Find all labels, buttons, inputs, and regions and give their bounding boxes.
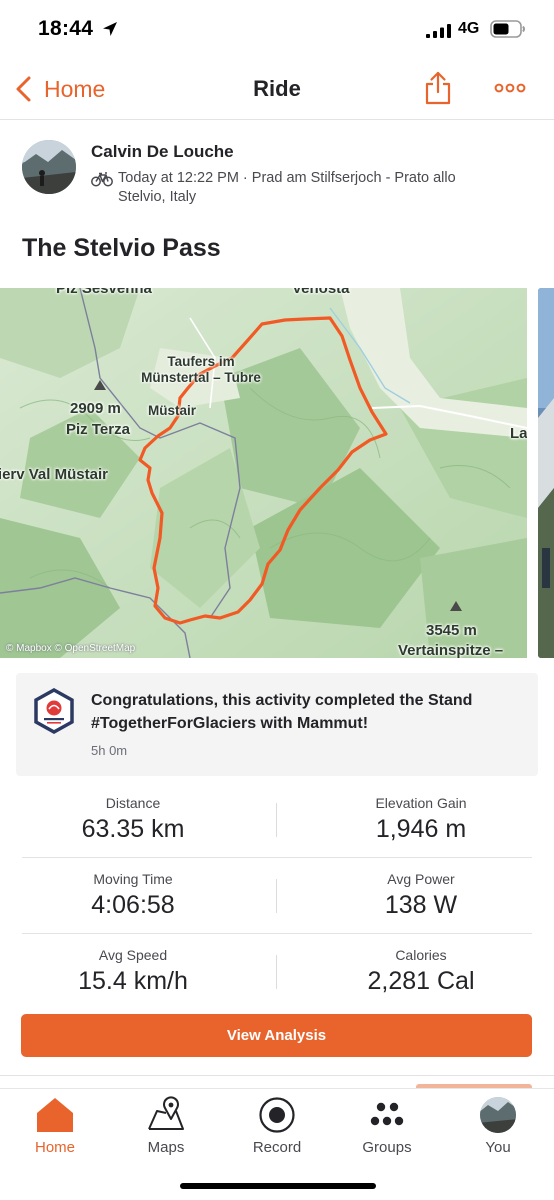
tab-groups[interactable]: Groups [332,1095,442,1165]
activity-screen: 18:44 4G Home Ride Calvin De Louche Toda… [0,0,554,1200]
signal-bars-icon [426,24,451,38]
stat-label: Calories [395,947,447,963]
chevron-left-icon [16,76,31,102]
home-indicator [180,1183,376,1189]
map-label-right-edge: La [510,425,527,442]
stat-label: Avg Power [387,871,455,887]
tab-label: Home [34,1139,75,1156]
map-pin-icon [148,1096,184,1130]
route-map[interactable]: Venosta Piz Sesvenna Taufers im Münstert… [0,288,527,658]
athlete-name[interactable]: Calvin De Louche [91,142,234,162]
tab-you[interactable]: You [443,1095,553,1165]
tab-label: Groups [362,1139,412,1156]
stat-divider [276,879,277,913]
map-label-sesvenna: Piz Sesvenna [56,288,152,297]
stat-calories: Calories 2,281 Cal [288,947,554,996]
stat-elevation-gain: Elevation Gain 1,946 m [288,795,554,844]
section-divider [0,1075,554,1076]
peak-icon-2 [450,601,462,611]
battery-icon [490,20,525,38]
nav-bar: Home Ride [0,60,554,120]
groups-icon [370,1102,404,1126]
map-label-peak1-name: Piz Terza [66,421,130,438]
activity-title: The Stelvio Pass [22,234,221,262]
map-label-peak1-elevation: 2909 m [70,400,121,417]
map-label-peak2-name: Vertainspitze – [398,642,504,658]
location-arrow-icon [103,22,117,36]
map-label-taufers: Taufers im Münstertal – Tubre [141,354,261,385]
map-label-mustair: Müstair [148,403,197,418]
map-label-venosta: Venosta [292,288,350,297]
stat-value: 138 W [384,891,458,919]
peak-icon [94,380,106,390]
status-time: 18:44 [38,17,94,40]
tab-label: Record [252,1139,302,1156]
share-icon[interactable] [423,70,453,106]
stat-value: 15.4 km/h [78,967,188,995]
ride-meta: Today at 12:22 PM · Prad am Stilfserjoch… [118,170,456,205]
avatar-photo [22,140,76,194]
home-icon [37,1098,73,1132]
stat-moving-time: Moving Time 4:06:58 [0,871,266,920]
stat-value: 2,281 Cal [367,967,475,995]
tab-home[interactable]: Home [0,1095,110,1165]
stat-label: Distance [105,795,161,811]
mammut-badge-icon [34,688,74,734]
stat-label: Avg Speed [98,947,168,963]
tab-maps[interactable]: Maps [111,1095,221,1165]
stat-avg-power: Avg Power 138 W [288,871,554,920]
map-label-peak2-elevation: 3545 m [426,622,477,639]
record-icon [259,1097,295,1133]
stat-divider [276,955,277,989]
stat-label: Moving Time [93,871,173,887]
athlete-avatar[interactable] [22,140,76,194]
stat-row-divider [22,857,532,858]
stat-avg-speed: Avg Speed 15.4 km/h [0,947,266,996]
stat-distance: Distance 63.35 km [0,795,266,844]
stat-divider [276,803,277,837]
stat-value: 4:06:58 [91,891,175,919]
stat-row-divider [22,933,532,934]
status-bar: 18:44 4G [0,0,554,60]
back-button[interactable]: Home [14,72,105,106]
map-attribution[interactable]: © Mapbox © OpenStreetMap [6,643,135,654]
stat-value: 1,946 m [375,815,467,843]
tab-label: You [485,1139,511,1156]
challenge-text: Congratulations, this activity completed… [91,692,473,732]
network-type: 4G [458,20,480,37]
tab-record[interactable]: Record [222,1095,332,1165]
tab-label: Maps [147,1139,185,1156]
view-analysis-button[interactable]: View Analysis [21,1014,532,1057]
map-label-valley: Tschierv Val Müstair [0,466,108,483]
photo-thumbnail [538,288,554,658]
bike-icon [91,172,113,187]
profile-avatar [480,1097,516,1133]
stat-value: 63.35 km [81,815,185,843]
challenge-duration: 5h 0m [91,743,128,758]
challenge-card[interactable]: Congratulations, this activity completed… [16,673,538,776]
more-dots-icon[interactable] [494,80,526,96]
next-photo-peek[interactable] [538,288,554,658]
stat-label: Elevation Gain [375,795,467,811]
back-label: Home [44,75,106,102]
